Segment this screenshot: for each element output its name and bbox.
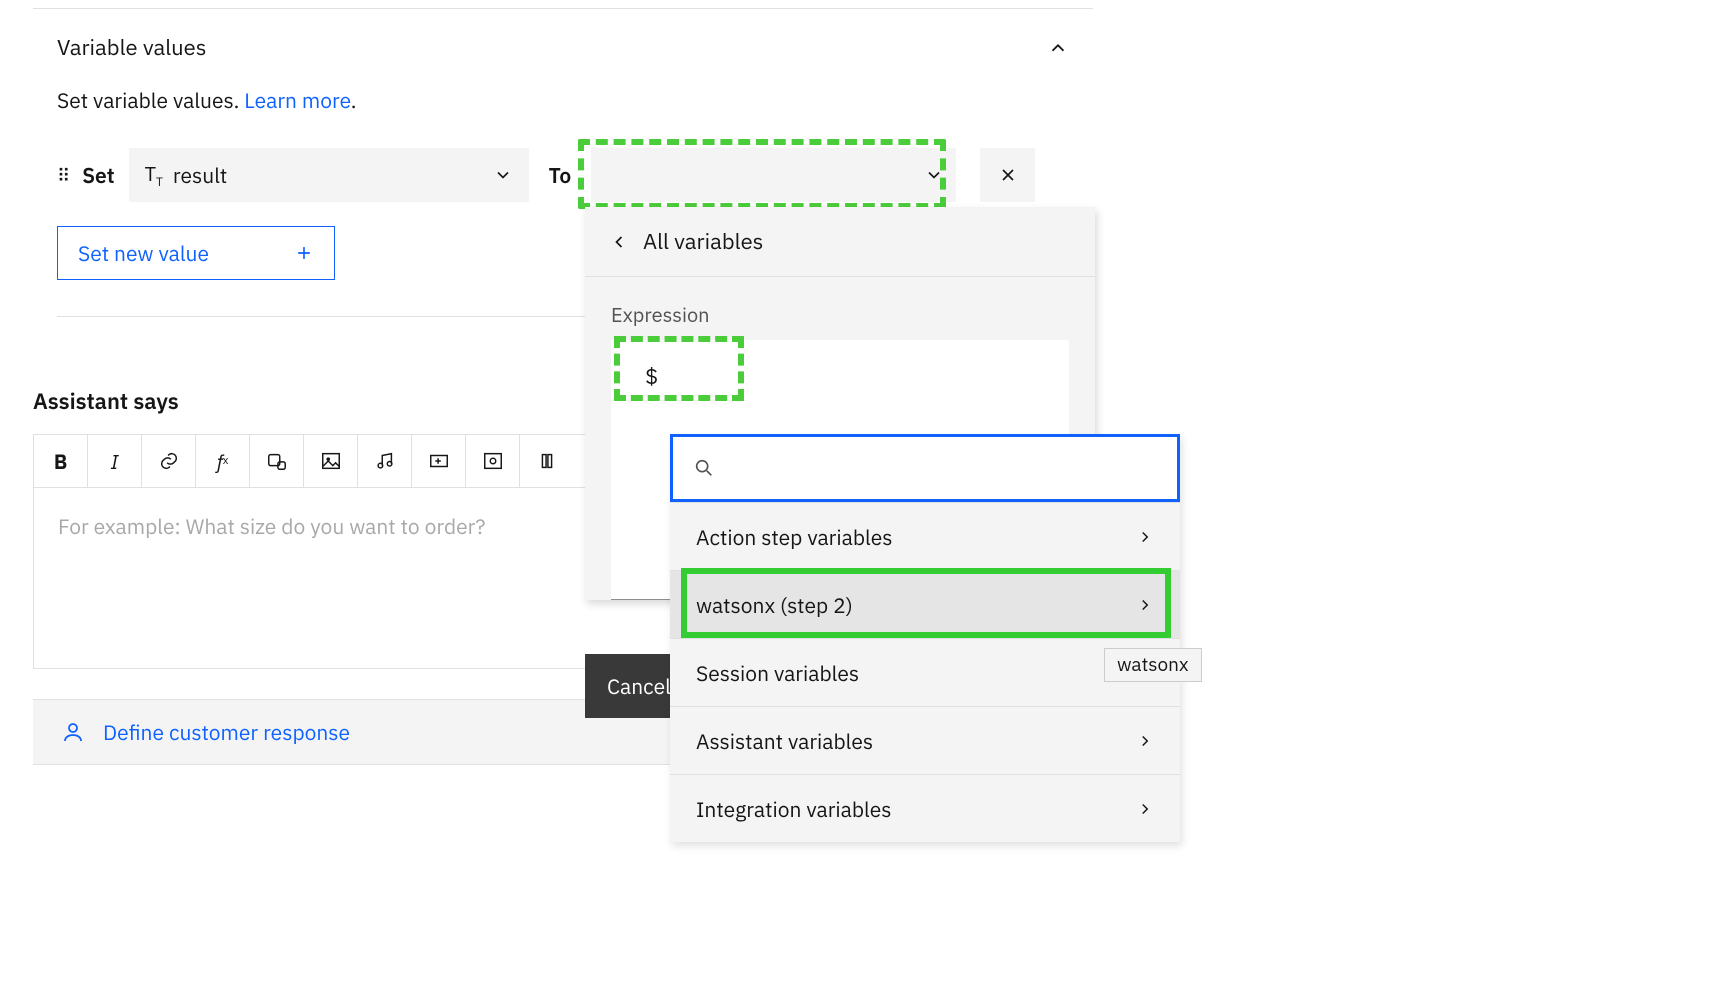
set-new-value-button[interactable]: Set new value: [57, 226, 335, 280]
italic-button[interactable]: I: [88, 435, 142, 487]
chevron-right-icon: [1136, 596, 1154, 614]
variable-name: result: [173, 161, 227, 189]
popover-title: All variables: [643, 227, 763, 256]
to-label: To: [549, 161, 572, 189]
person-icon: [61, 720, 85, 744]
chevron-right-icon: [1136, 732, 1154, 750]
chevron-up-icon[interactable]: [1047, 37, 1069, 59]
section-subtitle: Set variable values. Learn more.: [57, 86, 1069, 114]
text-type-icon: TT: [145, 160, 163, 190]
section-title: Variable values: [57, 33, 206, 62]
video-button[interactable]: [412, 435, 466, 487]
highlight-to-dropdown: [578, 139, 946, 209]
plus-icon: [294, 243, 314, 263]
chevron-down-icon: [493, 165, 513, 185]
set-label: Set: [82, 161, 114, 189]
remove-row-button[interactable]: [980, 148, 1035, 202]
pause-button[interactable]: [520, 435, 574, 487]
var-category-watsonx[interactable]: watsonx (step 2): [670, 570, 1180, 638]
audio-button[interactable]: [358, 435, 412, 487]
chevron-right-icon: [1136, 800, 1154, 818]
chevron-left-icon: [609, 232, 629, 252]
learn-more-link[interactable]: Learn more: [244, 86, 350, 114]
cancel-button[interactable]: Cancel: [585, 654, 670, 718]
chevron-right-icon: [1136, 528, 1154, 546]
tooltip-watsonx: watsonx: [1104, 648, 1202, 682]
var-category-action-step[interactable]: Action step variables: [670, 502, 1180, 570]
drag-handle-icon[interactable]: ⠿: [57, 164, 68, 187]
var-category-integration[interactable]: Integration variables: [670, 774, 1180, 842]
popover-back-row[interactable]: All variables: [585, 207, 1095, 277]
section-header[interactable]: Variable values: [33, 9, 1093, 70]
iframe-button[interactable]: [466, 435, 520, 487]
search-icon: [693, 457, 715, 479]
link-button[interactable]: [142, 435, 196, 487]
bold-button[interactable]: B: [34, 435, 88, 487]
variable-insert-button[interactable]: [250, 435, 304, 487]
function-button[interactable]: fx: [196, 435, 250, 487]
search-input-wrapper: [670, 434, 1180, 502]
var-category-assistant[interactable]: Assistant variables: [670, 706, 1180, 774]
image-button[interactable]: [304, 435, 358, 487]
variable-list-panel: Action step variables watsonx (step 2) S…: [670, 434, 1180, 842]
variable-search-input[interactable]: [673, 437, 1177, 499]
expression-label: Expression: [585, 277, 1095, 334]
variable-select[interactable]: TT result: [129, 148, 529, 202]
highlight-expression: [614, 336, 744, 401]
